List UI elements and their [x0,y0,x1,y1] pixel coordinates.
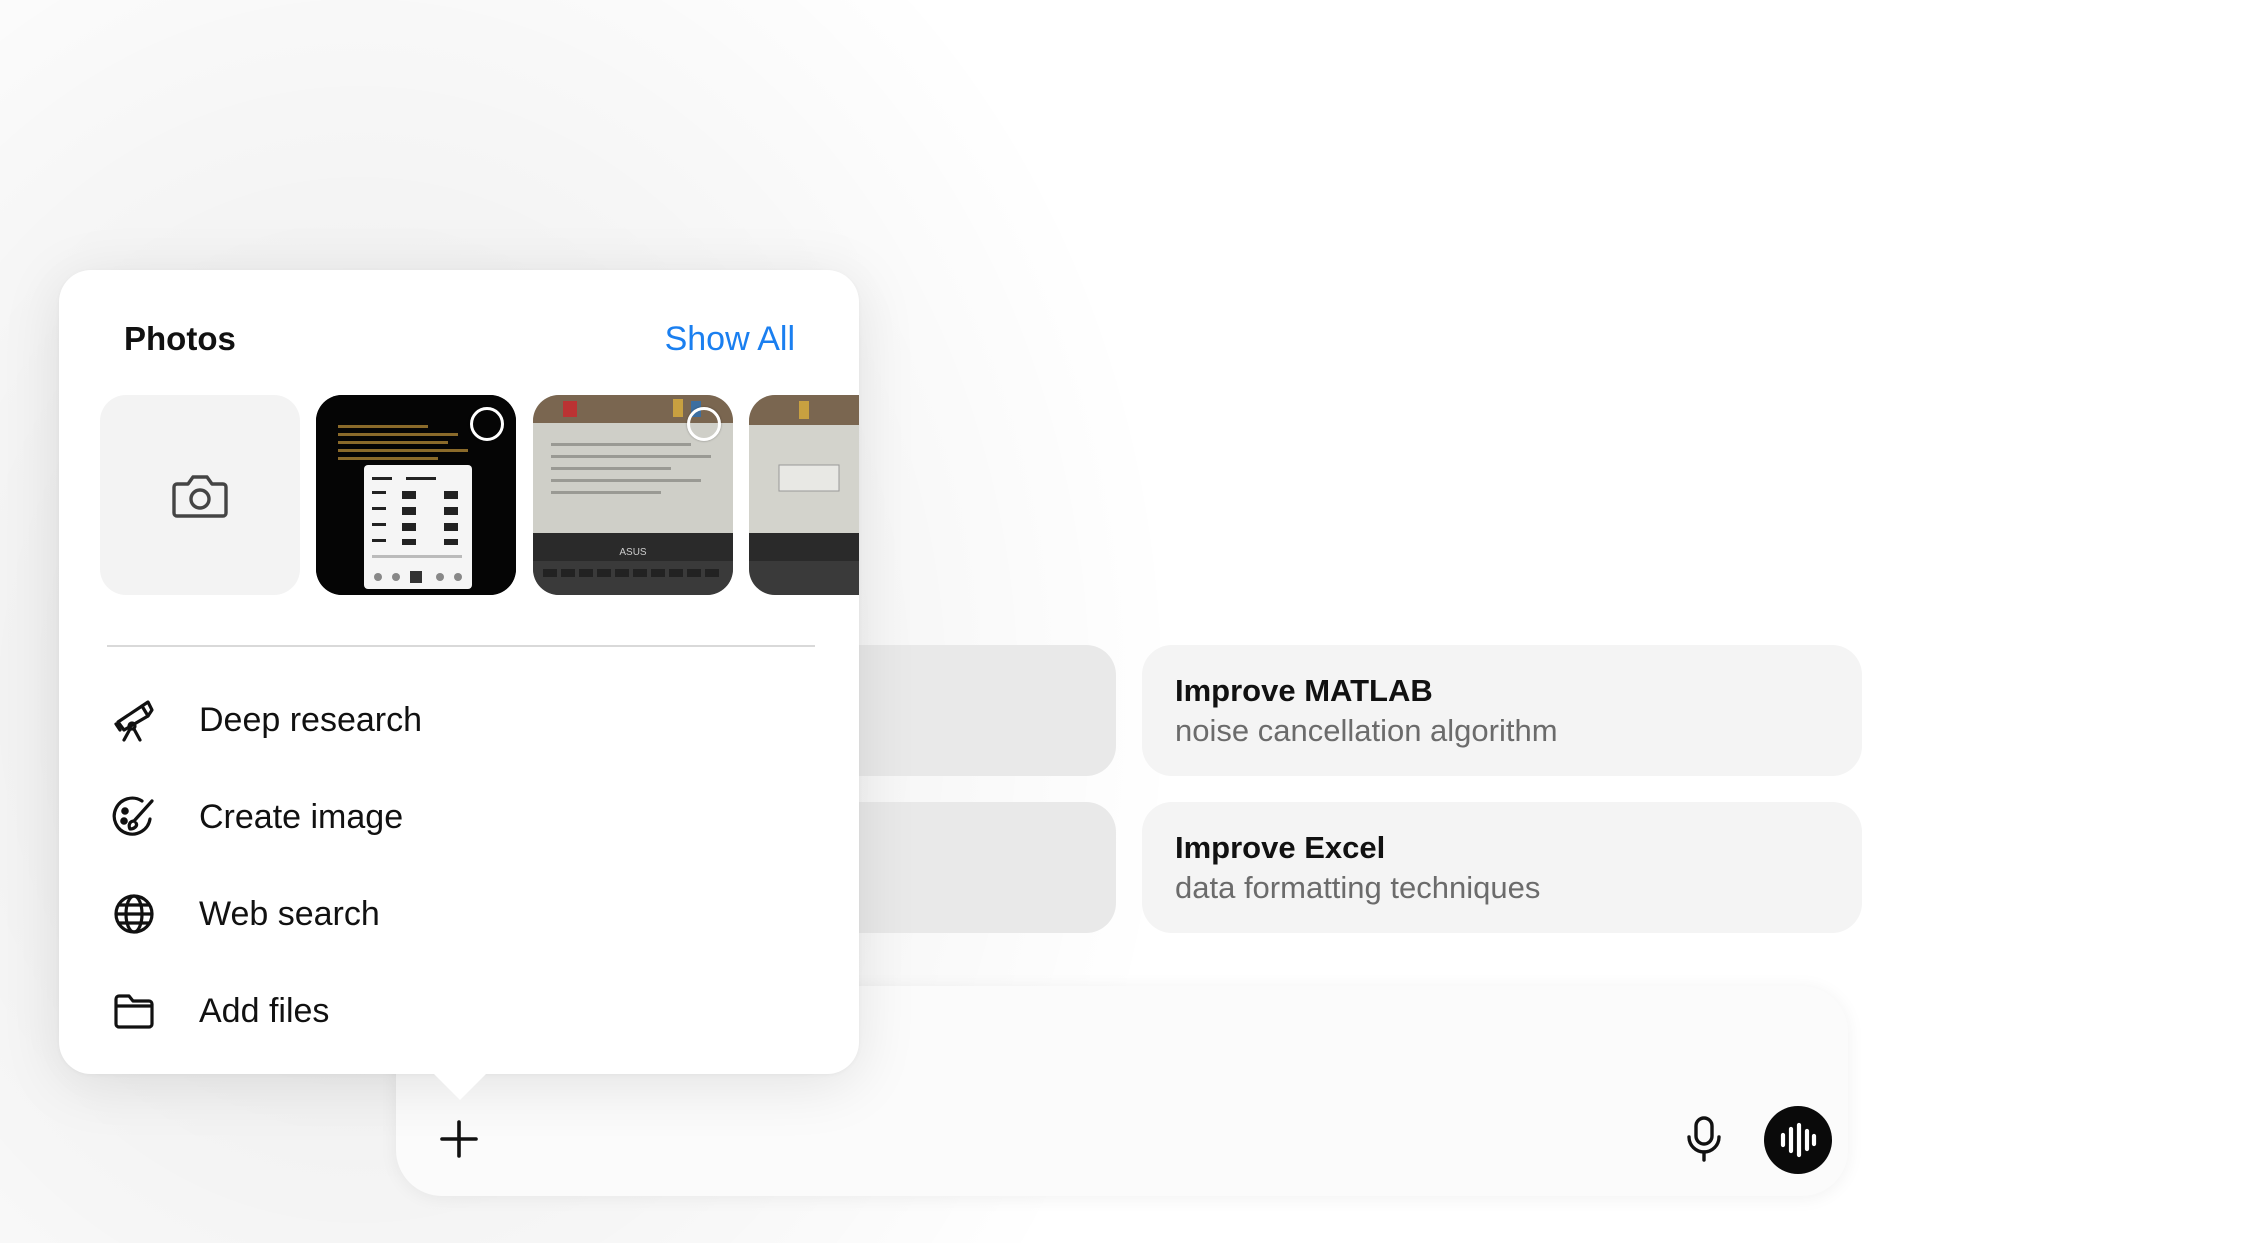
photo-image [749,395,859,595]
menu-item-add-files[interactable]: Add files [99,971,819,1051]
microphone-icon [1687,1116,1721,1162]
menu-item-label: Add files [199,991,330,1030]
show-all-link[interactable]: Show All [665,320,795,359]
voice-mode-icon [1780,1122,1817,1158]
suggestion-title: Improve MATLAB [1175,673,1433,708]
photo-thumbnail[interactable] [316,395,516,595]
suggestion-card[interactable]: Improve Excel data formatting techniques [1142,802,1862,933]
popover-arrow [432,1072,488,1100]
menu-item-label: Deep research [199,700,423,739]
suggestion-card[interactable]: Improve MATLAB noise cancellation algori… [1142,645,1862,776]
suggestion-title: Improve Excel [1175,830,1386,865]
camera-tile[interactable] [100,395,300,595]
divider [107,645,815,647]
plus-icon [440,1120,478,1158]
menu-item-deep-research[interactable]: Deep research [99,680,819,760]
paint-palette-icon [109,792,159,842]
telescope-icon [109,695,159,745]
globe-icon [109,889,159,939]
folder-icon [109,986,159,1036]
photo-thumbnail[interactable] [749,395,859,595]
suggestion-subtitle: data formatting techniques [1175,870,1541,905]
svg-text:ASUS: ASUS [619,547,647,558]
photos-heading: Photos [124,320,236,357]
suggestion-subtitle: noise cancellation algorithm [1175,713,1558,748]
photo-thumbnail[interactable]: ASUS [533,395,733,595]
voice-mode-button[interactable] [1764,1106,1832,1174]
menu-item-create-image[interactable]: Create image [99,777,819,857]
menu-item-label: Web search [199,894,380,933]
camera-icon [172,475,228,518]
select-circle[interactable] [470,407,504,441]
menu-item-web-search[interactable]: Web search [99,874,819,954]
plus-button[interactable] [434,1108,484,1170]
select-circle[interactable] [687,407,721,441]
microphone-button[interactable] [1676,1108,1732,1170]
attachment-popover: Photos Show All ASUS Deep research Creat… [59,270,859,1074]
menu-item-label: Create image [199,797,404,836]
